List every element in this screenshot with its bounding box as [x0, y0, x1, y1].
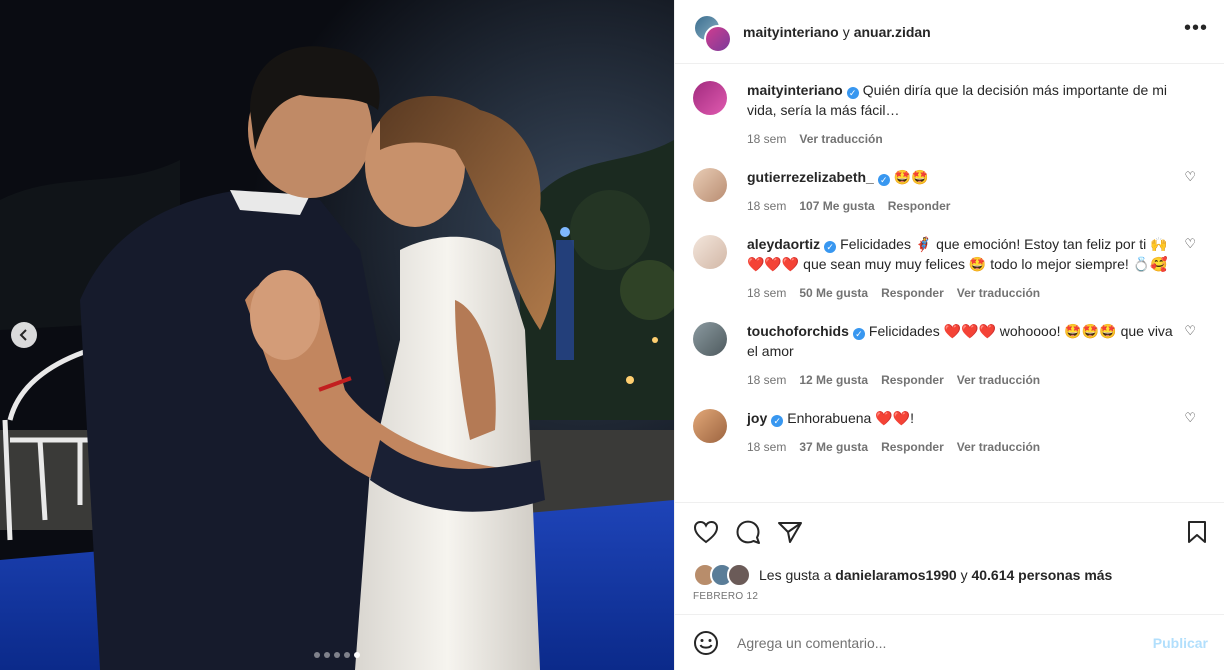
bookmark-icon: [1188, 520, 1206, 543]
verified-badge-icon: ✓: [824, 241, 837, 253]
see-translation-link[interactable]: Ver traducción: [957, 437, 1040, 457]
like-comment-heart-icon[interactable]: ♡: [1184, 323, 1196, 339]
verified-badge-icon: ✓: [852, 328, 865, 340]
avatar[interactable]: [693, 409, 727, 443]
comment-likes[interactable]: 50 Me gusta: [799, 283, 868, 303]
save-button[interactable]: [1186, 520, 1208, 544]
couple-kissing-photo: [0, 0, 674, 670]
more-horizontal-icon: •••: [1183, 16, 1208, 39]
likes-others-count[interactable]: 40.614 personas más: [971, 567, 1112, 583]
comment-item: joy ✓ Enhorabuena ❤️❤️! 18 sem 37 Me gusta…: [693, 408, 1208, 457]
see-translation-link[interactable]: Ver traducción: [799, 129, 882, 149]
comment-input[interactable]: [735, 633, 1153, 652]
previous-slide-button[interactable]: [11, 322, 37, 348]
post-authors: maityinteriano y anuar.zidan: [743, 24, 931, 40]
avatar: [727, 563, 751, 587]
post-date[interactable]: FEBRERO 12: [675, 590, 1224, 614]
see-translation-link[interactable]: Ver traducción: [957, 283, 1040, 303]
reply-button[interactable]: Responder: [881, 370, 944, 390]
comment-time[interactable]: 18 sem: [747, 437, 786, 457]
likes-connector: y: [960, 567, 968, 583]
comment-time[interactable]: 18 sem: [747, 196, 786, 216]
caption: maityinteriano ✓ Quién diría que la decisi…: [693, 80, 1208, 149]
liker-username[interactable]: danielaramos1990: [835, 567, 956, 583]
more-options-button[interactable]: •••: [1184, 18, 1208, 41]
comment-text: 🤩🤩: [893, 169, 929, 185]
comment-likes[interactable]: 37 Me gusta: [799, 437, 868, 457]
author-link[interactable]: anuar.zidan: [854, 24, 931, 40]
reply-button[interactable]: Responder: [881, 437, 944, 457]
carousel-dot-active: [354, 652, 360, 658]
heart-icon: [693, 520, 719, 543]
comment-button[interactable]: [735, 519, 761, 545]
likes-summary: Les gusta a danielaramos1990 y 40.614 pe…: [675, 560, 1224, 590]
comment-username[interactable]: touchoforchids: [747, 323, 849, 339]
avatar[interactable]: [693, 322, 727, 356]
verified-badge-icon: ✓: [846, 87, 859, 99]
reply-button[interactable]: Responder: [881, 283, 944, 303]
emoji-button[interactable]: [693, 630, 719, 656]
reply-button[interactable]: Responder: [888, 196, 951, 216]
likes-prefix: Les gusta a: [759, 567, 832, 583]
author-connector: y: [842, 23, 850, 40]
post-header: maityinteriano y anuar.zidan •••: [675, 0, 1224, 64]
verified-badge-icon: ✓: [877, 174, 890, 186]
carousel-dot: [334, 652, 340, 658]
avatar[interactable]: [693, 81, 727, 115]
post-actions-bar: [675, 502, 1224, 560]
comment-time[interactable]: 18 sem: [747, 370, 786, 390]
carousel-dot: [314, 652, 320, 658]
like-comment-heart-icon[interactable]: ♡: [1184, 169, 1196, 185]
avatar[interactable]: [693, 168, 727, 202]
comment-likes[interactable]: 107 Me gusta: [799, 196, 874, 216]
comments-list[interactable]: maityinteriano ✓ Quién diría que la decisi…: [675, 64, 1224, 502]
paper-plane-icon: [778, 521, 802, 543]
comment-username[interactable]: gutierrezelizabeth_: [747, 169, 874, 185]
verified-badge-icon: ✓: [771, 415, 784, 427]
collab-avatars[interactable]: [693, 13, 732, 53]
post-side-panel: maityinteriano y anuar.zidan ••• maityinte…: [674, 0, 1224, 670]
comment-time[interactable]: 18 sem: [747, 283, 786, 303]
like-button[interactable]: [693, 520, 719, 544]
comment-username[interactable]: joy: [747, 410, 767, 426]
publish-button[interactable]: Publicar: [1153, 635, 1208, 651]
post-photo[interactable]: [0, 0, 674, 670]
add-comment-bar: Publicar: [675, 614, 1224, 670]
carousel-indicator: [0, 652, 674, 658]
avatar[interactable]: [693, 235, 727, 269]
like-comment-heart-icon[interactable]: ♡: [1184, 236, 1196, 252]
share-button[interactable]: [777, 520, 803, 544]
avatar: [704, 24, 732, 53]
comment-bubble-icon: [736, 520, 760, 544]
comment-text: Enhorabuena ❤️❤️!: [787, 410, 914, 426]
author-link[interactable]: maityinteriano: [743, 24, 839, 40]
smiley-icon: [694, 630, 718, 655]
comment-item: aleydaortiz ✓ Felicidades 🦸 que emoción! E…: [693, 234, 1208, 303]
carousel-dot: [324, 652, 330, 658]
comment-item: gutierrezelizabeth_ ✓ 🤩🤩 18 sem 107 Me gus…: [693, 167, 1208, 216]
instagram-post-view: maityinteriano y anuar.zidan ••• maityinte…: [0, 0, 1224, 670]
carousel-dot: [344, 652, 350, 658]
comment-likes[interactable]: 12 Me gusta: [799, 370, 868, 390]
comment-username[interactable]: maityinteriano: [747, 82, 843, 98]
chevron-left-icon: [19, 329, 27, 341]
see-translation-link[interactable]: Ver traducción: [957, 370, 1040, 390]
comment-time[interactable]: 18 sem: [747, 129, 786, 149]
likers-avatars[interactable]: [693, 563, 751, 587]
comment-item: touchoforchids ✓ Felicidades ❤️❤️❤️ wohooo…: [693, 321, 1208, 390]
comment-username[interactable]: aleydaortiz: [747, 236, 820, 252]
like-comment-heart-icon[interactable]: ♡: [1184, 410, 1196, 426]
